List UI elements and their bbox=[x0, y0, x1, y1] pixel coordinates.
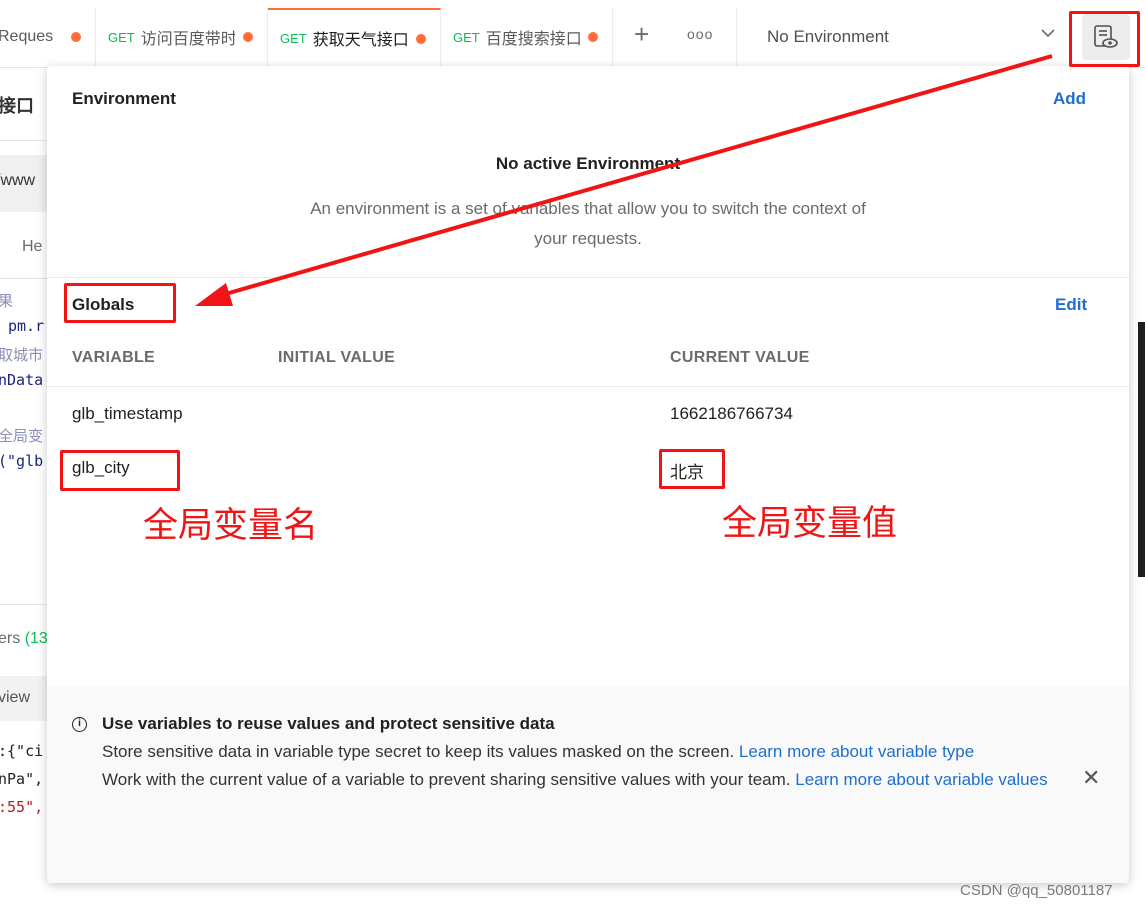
edit-globals-button[interactable]: Edit bbox=[1055, 295, 1087, 315]
learn-more-variable-type-link[interactable]: Learn more about variable type bbox=[739, 742, 974, 761]
environment-heading: Environment bbox=[72, 89, 176, 108]
json-line: :{"ci bbox=[0, 742, 44, 760]
scrollbar[interactable] bbox=[1138, 322, 1145, 577]
request-tab[interactable]: GET 访问百度带时 bbox=[96, 8, 268, 66]
tip-line: Work with the current value of a variabl… bbox=[102, 770, 796, 789]
request-title-fragment: 接口 bbox=[0, 96, 34, 116]
url-fragment: /www bbox=[0, 172, 36, 189]
request-tab[interactable]: Reques bbox=[0, 8, 96, 66]
tab-name: Reques bbox=[0, 28, 54, 45]
empty-state-title: No active Environment bbox=[495, 154, 681, 173]
annotation-box-variable-name bbox=[60, 450, 180, 491]
divider bbox=[47, 386, 1129, 387]
divider bbox=[0, 604, 50, 605]
tab-name: 获取天气接口 bbox=[312, 32, 407, 49]
headers-count: (13 bbox=[24, 630, 48, 647]
tab-name: 访问百度带时 bbox=[140, 31, 235, 48]
tip-line: Store sensitive data in variable type se… bbox=[102, 742, 739, 761]
annotation-variable-value-label: 全局变量值 bbox=[722, 504, 898, 544]
column-header-current-value: CURRENT VALUE bbox=[670, 349, 810, 366]
column-header-variable: VARIABLE bbox=[72, 349, 155, 366]
code-line: 果 bbox=[0, 292, 14, 310]
new-tab-plus-icon[interactable]: + bbox=[634, 21, 649, 47]
json-line: :55", bbox=[0, 798, 44, 816]
info-icon: i bbox=[72, 717, 87, 732]
annotation-variable-name-label: 全局变量名 bbox=[143, 506, 319, 546]
variables-tip-banner: i Use variables to reuse values and prot… bbox=[47, 686, 1129, 883]
variable-current-value: 1662186766734 bbox=[670, 404, 793, 423]
code-line: pm.r bbox=[8, 317, 45, 335]
variable-name: glb_timestamp bbox=[72, 404, 183, 423]
empty-state-description: An environment is a set of variables tha… bbox=[310, 199, 866, 248]
column-header-initial-value: INITIAL VALUE bbox=[278, 349, 396, 366]
annotation-box-env-button bbox=[1069, 11, 1140, 67]
annotation-box-variable-value bbox=[659, 449, 725, 489]
add-environment-button[interactable]: Add bbox=[1053, 89, 1086, 109]
tab-bar: Reques GET 访问百度带时 GET 获取天气接口 GET 百度搜索接口 … bbox=[0, 0, 1145, 68]
view-tab-fragment[interactable]: view bbox=[0, 689, 30, 707]
tip-title: Use variables to reuse values and protec… bbox=[102, 714, 555, 733]
annotation-box-globals bbox=[64, 283, 176, 323]
chevron-down-icon bbox=[1040, 25, 1056, 45]
unsaved-dot-icon bbox=[243, 32, 253, 42]
code-line: 全局变 bbox=[0, 427, 44, 445]
code-line: nData bbox=[0, 371, 44, 389]
request-tab[interactable]: GET 百度搜索接口 bbox=[441, 8, 613, 66]
headers-tab-fragment[interactable]: ers (13 bbox=[0, 630, 48, 648]
divider bbox=[0, 140, 50, 141]
url-bar[interactable]: /www bbox=[0, 155, 50, 212]
unsaved-dot-icon bbox=[416, 34, 426, 44]
response-view-tabs: view bbox=[0, 676, 50, 721]
tip-body: Store sensitive data in variable type se… bbox=[102, 738, 1062, 794]
learn-more-variable-values-link[interactable]: Learn more about variable values bbox=[795, 770, 1047, 789]
code-line: 取城市 bbox=[0, 346, 44, 364]
watermark: CSDN @qq_50801187 bbox=[960, 882, 1113, 899]
request-tab-active[interactable]: GET 获取天气接口 bbox=[268, 8, 441, 66]
method-label: GET bbox=[108, 29, 135, 45]
json-line: nPa", bbox=[0, 770, 44, 788]
unsaved-dot-icon bbox=[588, 32, 598, 42]
tab-name: 百度搜索接口 bbox=[485, 31, 580, 48]
code-line: ("glb bbox=[0, 452, 44, 470]
environment-quick-look-panel: Environment Add No active Environment An… bbox=[47, 66, 1129, 883]
divider bbox=[47, 277, 1129, 278]
unsaved-dot-icon bbox=[71, 32, 81, 42]
headers-label: ers bbox=[0, 630, 21, 647]
environment-selector[interactable]: No Environment bbox=[736, 8, 1066, 66]
environment-selected-label: No Environment bbox=[767, 27, 889, 46]
close-icon[interactable]: ✕ bbox=[1082, 767, 1100, 789]
method-label: GET bbox=[280, 30, 307, 46]
request-tab-fragment[interactable]: He bbox=[22, 238, 42, 256]
divider bbox=[0, 278, 50, 279]
method-label: GET bbox=[453, 29, 480, 45]
more-options-icon[interactable]: ooo bbox=[687, 26, 713, 42]
